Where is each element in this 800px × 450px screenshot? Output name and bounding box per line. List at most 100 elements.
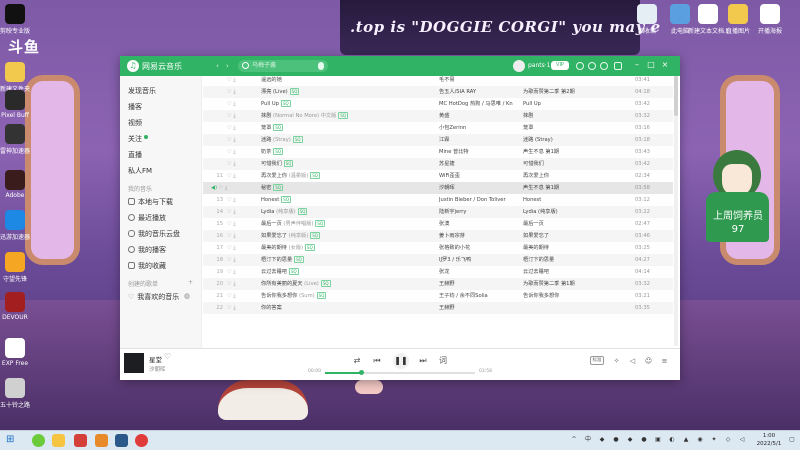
song-artist[interactable]: 黄盛 (439, 110, 523, 122)
maximize-button[interactable]: □ (646, 60, 656, 70)
forward-icon[interactable]: › (226, 62, 234, 70)
taskbar-app-1[interactable] (32, 434, 45, 447)
download-icon[interactable]: ⤓ (233, 89, 235, 95)
sidebar-item-fm[interactable]: 私人FM (128, 166, 152, 176)
sidebar-item-liked[interactable]: ♡ 我喜欢的音乐 ◍ (128, 292, 190, 302)
desktop-icon[interactable]: Pixel Buff (0, 90, 38, 119)
download-icon[interactable]: ⤓ (233, 233, 235, 239)
song-album[interactable]: Pull Up (523, 98, 633, 110)
song-album[interactable]: Lydia (纯享版) (523, 206, 633, 218)
song-album[interactable]: Honest (523, 194, 633, 206)
song-album[interactable]: 最后一页 (523, 218, 633, 230)
back-icon[interactable]: ‹ (216, 62, 224, 70)
progress-knob[interactable] (359, 370, 364, 375)
desktop-icon[interactable]: 剪映专业版 (0, 4, 38, 35)
play-mode-icon[interactable]: ⇄ (351, 355, 363, 367)
song-row[interactable]: 22 ♡ ⤓ 你的答案 王赫野 03:35 (203, 302, 673, 314)
song-artist[interactable]: 小包Zerinn (439, 122, 523, 134)
song-album[interactable]: 为歌而赞第二季 第2期 (523, 86, 633, 98)
volume-icon[interactable]: ◁ (628, 357, 637, 366)
next-icon[interactable]: ⏭ (417, 355, 429, 367)
desktop-icon[interactable]: Adobe (0, 170, 38, 199)
tray-app-icon[interactable]: ◆ (626, 436, 634, 444)
heartbeat-mode-icon[interactable]: ◍ (184, 292, 190, 300)
tray-app-icon[interactable]: ◆ (598, 436, 606, 444)
download-icon[interactable]: ⤓ (233, 125, 235, 131)
progress-track[interactable] (325, 370, 475, 375)
song-album[interactable]: 告诉你我多想你 (523, 290, 633, 302)
song-artist[interactable]: 苏星捷 (439, 158, 523, 170)
desktop-icon[interactable]: 新建文件夹 (0, 62, 38, 93)
download-icon[interactable]: ⤓ (233, 161, 235, 167)
vip-badge[interactable]: VIP (551, 61, 569, 70)
close-button[interactable]: × (660, 60, 670, 70)
taskbar-app-4[interactable] (95, 434, 108, 447)
song-artist[interactable]: 王子钧 / 余不同Solia (439, 290, 523, 302)
download-icon[interactable]: ⤓ (233, 245, 235, 251)
download-icon[interactable]: ⤓ (233, 197, 235, 203)
song-artist[interactable]: 张澳 (439, 218, 523, 230)
song-row[interactable]: 20 ♡ ⤓ 你所有美丽的夏天 (Live) SQ 王赫野 为歌而赞第二季 第1期 03:3… (203, 278, 673, 290)
song-row[interactable]: ♡ ⤓ 可惜我们 SQ 苏星捷 可惜我们 03:42 (203, 158, 673, 170)
taskbar-steam-icon[interactable] (115, 434, 128, 447)
windows-start-icon[interactable]: ⊞ (6, 435, 16, 445)
lyrics-icon[interactable]: 词 (437, 355, 449, 367)
song-row[interactable]: 11 ♡ ⤓ 再次爱上你 (温柔版) SQ WiFi歪歪 再次爱上你 02:34 (203, 170, 673, 182)
sidebar-item-live[interactable]: 直播 (128, 150, 142, 160)
song-row[interactable]: 14 ♡ ⤓ Lydia (纯享版) SQ 陆新宇jerry Lydia (纯享版) 03:… (203, 206, 673, 218)
now-playing-artist[interactable]: 汐朝晖 (149, 365, 166, 373)
download-icon[interactable]: ⤓ (233, 173, 235, 179)
taskbar-netease-icon[interactable] (135, 434, 148, 447)
mini-mode-icon[interactable] (614, 62, 622, 70)
download-icon[interactable]: ⤓ (225, 185, 227, 191)
song-album[interactable]: 抹剧 (523, 110, 633, 122)
mail-icon[interactable] (600, 62, 608, 70)
tray-ime[interactable]: 中 (584, 436, 592, 444)
song-artist[interactable]: 张格致的小花 (439, 242, 523, 254)
song-album[interactable]: 迷路 (Stray) (523, 134, 633, 146)
download-icon[interactable]: ⤓ (233, 305, 235, 311)
song-row[interactable]: ♡ ⤓ 遥远的她 毛不易 03:41 (203, 76, 673, 86)
tray-app-icon[interactable]: ▲ (682, 436, 690, 444)
download-icon[interactable]: ⤓ (233, 257, 235, 263)
tray-chevron-icon[interactable]: ^ (570, 436, 578, 444)
song-album[interactable]: 梧汀下的思量 (523, 254, 633, 266)
song-album[interactable]: 声生不息 第1期 (523, 146, 633, 158)
user-name[interactable]: pants·1 (528, 62, 551, 69)
desktop-icon[interactable]: DEVOUR (0, 292, 38, 321)
song-album[interactable]: 如果爱忘了 (523, 230, 633, 242)
download-icon[interactable]: ⤓ (233, 77, 235, 83)
song-album[interactable]: 最美的期待 (523, 242, 633, 254)
song-artist[interactable]: MC HotDog 热狗 / 马思唯 / Kn (439, 98, 523, 110)
desktop-icon[interactable]: 开播海报 (750, 4, 790, 35)
song-row[interactable]: ♡ ⤓ Pull Up SQ MC HotDog 热狗 / 马思唯 / Kn Pull … (203, 98, 673, 110)
desktop-icon[interactable]: EXP Free (0, 338, 38, 367)
song-artist[interactable]: IJ罗3 / 乐飞鸭 (439, 254, 523, 266)
song-artist[interactable]: 王赫野 (439, 302, 523, 314)
song-album[interactable]: 再次爱上你 (523, 170, 633, 182)
song-artist[interactable]: 张龙 (439, 266, 523, 278)
song-artist[interactable]: Mine 曾比特 (439, 146, 523, 158)
sidebar-item-local[interactable]: 本地与下载 (128, 197, 173, 207)
tray-app-icon[interactable]: ▣ (654, 436, 662, 444)
sidebar-item-podcast[interactable]: 播客 (128, 102, 142, 112)
song-album[interactable]: 声生不息 第1期 (523, 182, 633, 194)
taskbar-app-3[interactable] (74, 434, 87, 447)
song-artist[interactable]: 告五人/SIA RAY (439, 86, 523, 98)
song-artist[interactable]: Justin Bieber / Don Toliver (439, 194, 523, 206)
like-heart-icon[interactable]: ♡ (164, 353, 172, 361)
minimize-button[interactable]: – (632, 60, 642, 70)
previous-icon[interactable]: ⏮ (371, 355, 383, 367)
skin-icon[interactable] (576, 62, 584, 70)
tray-app-icon[interactable]: ◐ (668, 436, 676, 444)
sidebar-item-discover[interactable]: 发现音乐 (128, 86, 156, 96)
network-icon[interactable]: ◇ (724, 436, 732, 444)
song-artist[interactable]: 汐朝晖 (439, 182, 523, 194)
song-row[interactable]: 19 ♡ ⤓ 云过去睡吧 SQ 张龙 云过去睡吧 04:14 (203, 266, 673, 278)
song-artist[interactable]: 毛不易 (439, 76, 523, 86)
song-row[interactable]: ♡ ⤓ 笼罩 SQ 小包Zerinn 笼罩 03:16 (203, 122, 673, 134)
download-icon[interactable]: ⤓ (233, 209, 235, 215)
playlist-icon[interactable]: ≡ (660, 357, 669, 366)
sidebar-item-recent[interactable]: 最近播放 (128, 213, 166, 223)
song-row[interactable]: ♡ ⤓ 奶茶 SQ Mine 曾比特 声生不息 第1期 03:43 (203, 146, 673, 158)
